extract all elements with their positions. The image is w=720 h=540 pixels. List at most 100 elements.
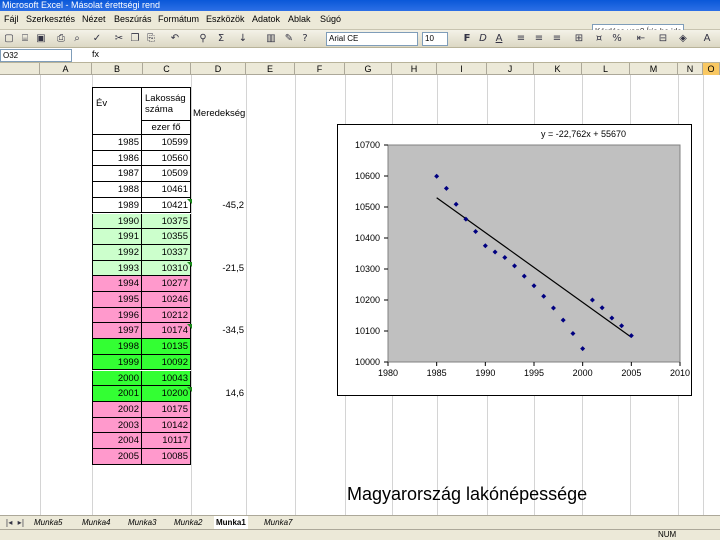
year-cell[interactable]: 1991 [92, 229, 142, 245]
slope-value[interactable]: 14,6 [204, 388, 245, 399]
column-header-j[interactable]: J [487, 63, 534, 75]
merge-center-icon[interactable]: ⊞ [572, 32, 586, 46]
year-cell[interactable]: 1987 [92, 166, 142, 183]
population-cell[interactable]: 10085 [141, 449, 191, 465]
menu-file[interactable]: Fájl [4, 14, 19, 24]
year-cell[interactable]: 1986 [92, 150, 142, 167]
font-color-icon[interactable]: A [700, 32, 714, 46]
population-cell[interactable]: 10117 [141, 433, 191, 449]
tab-munka1[interactable]: Munka1 [214, 516, 248, 529]
population-cell[interactable]: 10200 [141, 386, 191, 402]
population-cell[interactable]: 10375 [141, 213, 191, 230]
year-cell[interactable]: 1992 [92, 244, 142, 261]
column-header-h[interactable]: H [392, 63, 437, 75]
population-cell[interactable]: 10461 [141, 182, 191, 198]
name-box[interactable]: O32 [0, 49, 72, 62]
year-cell[interactable]: 1995 [92, 292, 142, 308]
column-header-b[interactable]: B [92, 63, 143, 75]
column-header-l[interactable]: L [582, 63, 630, 75]
year-cell[interactable]: 2000 [92, 370, 142, 387]
last-sheet-icon[interactable]: ▸| [14, 516, 28, 530]
population-cell[interactable]: 10337 [141, 244, 191, 261]
population-cell[interactable]: 10135 [141, 339, 191, 355]
menu-insert[interactable]: Beszúrás [114, 14, 152, 24]
population-cell[interactable]: 10310 [141, 260, 191, 277]
undo-icon[interactable]: ↶ [168, 32, 182, 46]
year-cell[interactable]: 1999 [92, 354, 142, 371]
paste-icon[interactable]: ⎘ [144, 32, 158, 46]
drawing-icon[interactable]: ✎ [282, 32, 296, 46]
chart-object[interactable]: 10000 10100 10200 10300 10400 10500 10600 10700… [337, 124, 692, 396]
chart-wizard-icon[interactable]: ▥ [264, 32, 278, 46]
year-cell[interactable]: 2001 [92, 386, 142, 402]
copy-icon[interactable]: ❐ [128, 32, 142, 46]
borders-icon[interactable]: ⊟ [656, 32, 670, 46]
help-icon[interactable]: ? [298, 32, 312, 46]
spelling-icon[interactable]: ✓ [90, 32, 104, 46]
menu-view[interactable]: Nézet [82, 14, 106, 24]
column-header-c[interactable]: C [143, 63, 191, 75]
population-cell[interactable]: 10560 [141, 150, 191, 167]
save-icon[interactable]: ▣ [34, 32, 48, 46]
slope-value[interactable]: -34,5 [204, 325, 244, 336]
italic-button[interactable]: D [476, 32, 490, 46]
population-cell[interactable]: 10142 [141, 417, 191, 434]
year-cell[interactable]: 1989 [92, 197, 142, 214]
year-cell[interactable]: 1997 [92, 323, 142, 340]
tab-munka5[interactable]: Munka5 [32, 516, 64, 529]
year-cell[interactable]: 1985 [92, 135, 142, 151]
population-cell[interactable]: 10175 [141, 401, 191, 418]
population-cell[interactable]: 10043 [141, 370, 191, 387]
currency-icon[interactable]: ¤ [592, 32, 606, 46]
preview-icon[interactable]: ⌕ [70, 32, 84, 46]
font-name-select[interactable]: Arial CE [326, 32, 418, 46]
open-icon[interactable]: ⌸ [18, 32, 32, 46]
new-icon[interactable]: ▢ [2, 32, 16, 46]
align-left-icon[interactable]: ≡ [514, 32, 528, 46]
sort-asc-icon[interactable]: ↓ [236, 32, 250, 46]
font-size-select[interactable]: 10 [422, 32, 448, 46]
underline-button[interactable]: A [492, 32, 506, 46]
column-header-g[interactable]: G [345, 63, 392, 75]
population-cell[interactable]: 10421 [141, 197, 191, 214]
tab-munka2[interactable]: Munka2 [172, 516, 204, 529]
column-header-n[interactable]: N [678, 63, 703, 75]
autosum-icon[interactable]: Σ [214, 32, 228, 46]
population-cell[interactable]: 10092 [141, 354, 191, 371]
hyperlink-icon[interactable]: ⚲ [196, 32, 210, 46]
tab-munka7[interactable]: Munka7 [262, 516, 294, 529]
population-cell[interactable]: 10212 [141, 307, 191, 324]
tab-munka3[interactable]: Munka3 [126, 516, 158, 529]
population-cell[interactable]: 10355 [141, 229, 191, 245]
column-header-e[interactable]: E [246, 63, 295, 75]
percent-button[interactable]: % [610, 32, 624, 46]
year-cell[interactable]: 1996 [92, 307, 142, 324]
column-header-i[interactable]: I [437, 63, 487, 75]
year-cell[interactable]: 1990 [92, 213, 142, 230]
population-cell[interactable]: 10509 [141, 166, 191, 183]
align-right-icon[interactable]: ≡ [550, 32, 564, 46]
print-icon[interactable]: ⎙ [54, 32, 68, 46]
menu-format[interactable]: Formátum [158, 14, 199, 24]
column-header-o[interactable]: O [703, 63, 720, 75]
column-header-k[interactable]: K [534, 63, 582, 75]
column-header-d[interactable]: D [191, 63, 246, 75]
menu-edit[interactable]: Szerkesztés [26, 14, 75, 24]
align-center-icon[interactable]: ≡ [532, 32, 546, 46]
year-cell[interactable]: 1988 [92, 182, 142, 198]
column-header-m[interactable]: M [630, 63, 678, 75]
tab-munka4[interactable]: Munka4 [80, 516, 112, 529]
decrease-indent-icon[interactable]: ⇤ [634, 32, 648, 46]
slope-value[interactable]: -21,5 [204, 263, 244, 274]
year-cell[interactable]: 2004 [92, 433, 142, 449]
year-cell[interactable]: 1998 [92, 339, 142, 355]
cut-icon[interactable]: ✂ [112, 32, 126, 46]
fx-icon[interactable]: fx [92, 49, 99, 59]
fill-color-icon[interactable]: ◈ [676, 32, 690, 46]
population-cell[interactable]: 10277 [141, 276, 191, 292]
population-cell[interactable]: 10599 [141, 135, 191, 151]
year-cell[interactable]: 2005 [92, 449, 142, 465]
column-header-f[interactable]: F [295, 63, 345, 75]
year-cell[interactable]: 1994 [92, 276, 142, 292]
population-cell[interactable]: 10246 [141, 292, 191, 308]
